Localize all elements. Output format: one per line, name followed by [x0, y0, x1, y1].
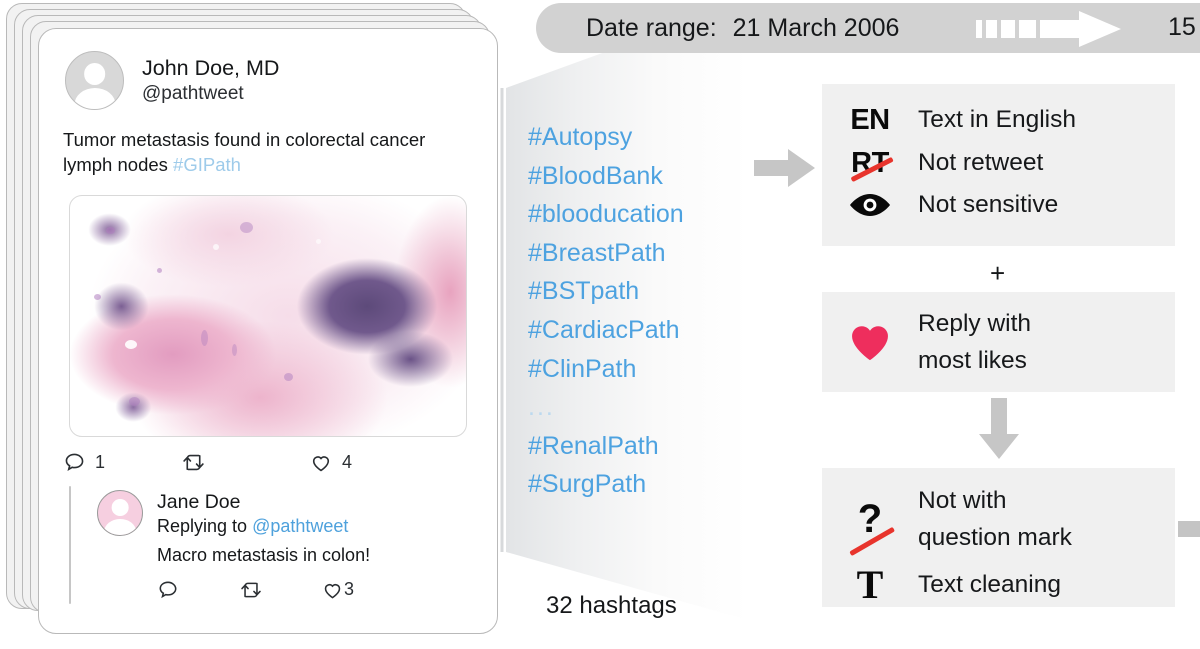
reply-engagement-row: 3: [157, 578, 403, 601]
date-range-value[interactable]: 21 March 2006: [733, 13, 900, 43]
clipped-right-arrow-icon: [1178, 521, 1200, 537]
date-range-end-value: 15: [1168, 13, 1196, 41]
filter-row-question-mark: ? Not with question mark: [822, 478, 1175, 560]
tweet-author-block: John Doe, MD @pathtweet: [142, 56, 279, 104]
date-range-label: Date range:: [586, 14, 717, 42]
hashtag-item[interactable]: #RenalPath: [528, 427, 758, 466]
thread-connector-line: [69, 485, 71, 604]
replying-to-handle[interactable]: @pathtweet: [252, 516, 348, 536]
tweet-author-name: John Doe, MD: [142, 56, 280, 81]
retweet-icon: [183, 454, 204, 470]
hashtag-item[interactable]: #BloodBank: [528, 157, 758, 196]
hashtag-item[interactable]: #ClinPath: [528, 350, 758, 389]
comment-icon: [159, 581, 177, 598]
plus-symbol: +: [990, 258, 1006, 288]
reply-like-button[interactable]: 3: [321, 578, 403, 601]
tweet-reply-button[interactable]: 1: [63, 451, 181, 474]
filter-label-question-mark-line1: Not with: [918, 487, 1007, 515]
filter-label-english: Text in English: [918, 106, 1076, 134]
filter-row-text-cleaning: T Text cleaning: [822, 560, 1175, 610]
hashtag-count-label: 32 hashtags: [546, 592, 677, 619]
filter-row-most-likes: Reply with most likes: [822, 292, 1175, 392]
filter-label-text-cleaning: Text cleaning: [918, 571, 1062, 599]
filter-label-most-likes-line2: most likes: [918, 346, 1027, 374]
tweet-retweet-button[interactable]: [181, 451, 309, 474]
eye-icon: [822, 192, 918, 218]
tweet-body: Tumor metastasis found in colorectal can…: [39, 110, 497, 178]
en-language-icon-text: EN: [850, 103, 890, 136]
tweet-engagement-row: 1 4: [39, 437, 497, 474]
filter-label-retweet: Not retweet: [918, 149, 1044, 177]
reply-like-count: 3: [344, 579, 355, 600]
right-arrow-icon: [754, 149, 815, 187]
reply-replying-to: Replying to @pathtweet: [157, 515, 403, 538]
filter-row-sensitive: Not sensitive: [822, 184, 1175, 226]
replying-to-prefix: Replying to: [157, 516, 253, 537]
text-cleaning-icon: T: [822, 565, 918, 605]
reply-retweet-button[interactable]: [239, 579, 321, 601]
user-avatar-icon: [65, 51, 124, 110]
filter-box-reply: Reply with most likes: [822, 292, 1175, 392]
filter-label-most-likes: Reply with most likes: [918, 309, 1031, 375]
hashtag-item[interactable]: #BreastPath: [528, 234, 758, 273]
user-avatar-pink-icon: [97, 489, 143, 536]
tweet-like-button[interactable]: 4: [309, 451, 352, 474]
filter-row-retweet: RT Not retweet: [822, 142, 1175, 184]
segmented-right-arrow-icon: [976, 11, 1121, 47]
heart-outline-icon: [312, 455, 330, 471]
hashtag-ellipsis: ...: [528, 393, 555, 422]
heart-filled-icon: [822, 321, 918, 363]
hashtag-panel: #Autopsy #BloodBank #blooducation #Breas…: [498, 0, 768, 620]
filter-label-question-mark: Not with question mark: [918, 486, 1072, 552]
reply-body-text: Macro metastasis in colon!: [157, 544, 371, 565]
filter-row-english: EN Text in English: [822, 98, 1175, 142]
retweet-icon: [241, 582, 261, 598]
en-language-icon: EN: [822, 104, 918, 137]
no-question-mark-icon-text: ?: [857, 497, 883, 541]
hashtag-item[interactable]: #BSTpath: [528, 272, 758, 311]
hashtag-item[interactable]: #SurgPath: [528, 465, 758, 504]
comment-icon: [65, 453, 84, 471]
filter-box-language: EN Text in English RT Not retweet Not se…: [822, 84, 1175, 246]
down-arrow-icon: [979, 398, 1019, 459]
filter-label-question-mark-line2: question mark: [918, 523, 1072, 551]
no-question-mark-icon: ?: [822, 497, 918, 556]
date-range-pill: Date range: 21 March 2006 15: [536, 3, 1200, 53]
filter-label-most-likes-line1: Reply with: [918, 310, 1032, 338]
hashtag-list: #Autopsy #BloodBank #blooducation #Breas…: [528, 118, 758, 504]
tweet-like-count: 4: [342, 451, 353, 472]
tweet-reply-count: 1: [95, 451, 106, 472]
reply-author-name: Jane Doe: [157, 490, 241, 513]
tweet-card[interactable]: John Doe, MD @pathtweet Tumor metastasis…: [38, 28, 498, 634]
tweet-body-hashtag[interactable]: #GIPath: [173, 154, 241, 175]
hashtag-item[interactable]: #blooducation: [528, 195, 758, 234]
no-retweet-icon: RT: [822, 147, 918, 182]
reply-reply-button[interactable]: [157, 579, 239, 601]
text-cleaning-icon-text: T: [856, 562, 884, 607]
tweet-thread: Jane Doe Replying to @pathtweet Macro me…: [39, 474, 497, 604]
histology-slide-image[interactable]: [69, 194, 467, 437]
tweet-body-text: Tumor metastasis found in colorectal can…: [63, 129, 426, 175]
tweet-header: John Doe, MD @pathtweet: [39, 29, 497, 110]
filter-box-text: ? Not with question mark T Text cleaning: [822, 468, 1175, 607]
pipeline-figure: John Doe, MD @pathtweet Tumor metastasis…: [0, 0, 1200, 649]
hashtag-item[interactable]: #CardiacPath: [528, 311, 758, 350]
hashtag-item[interactable]: #Autopsy: [528, 118, 758, 157]
tweet-card-stack: John Doe, MD @pathtweet Tumor metastasis…: [0, 0, 510, 649]
reply-block: Jane Doe Replying to @pathtweet Macro me…: [97, 486, 403, 602]
heart-outline-icon: [324, 583, 341, 599]
tweet-author-handle[interactable]: @pathtweet: [142, 83, 279, 105]
eye-icon-glyph: [850, 194, 890, 216]
heart-filled-icon-glyph: [852, 326, 888, 361]
filter-label-sensitive: Not sensitive: [918, 191, 1059, 219]
